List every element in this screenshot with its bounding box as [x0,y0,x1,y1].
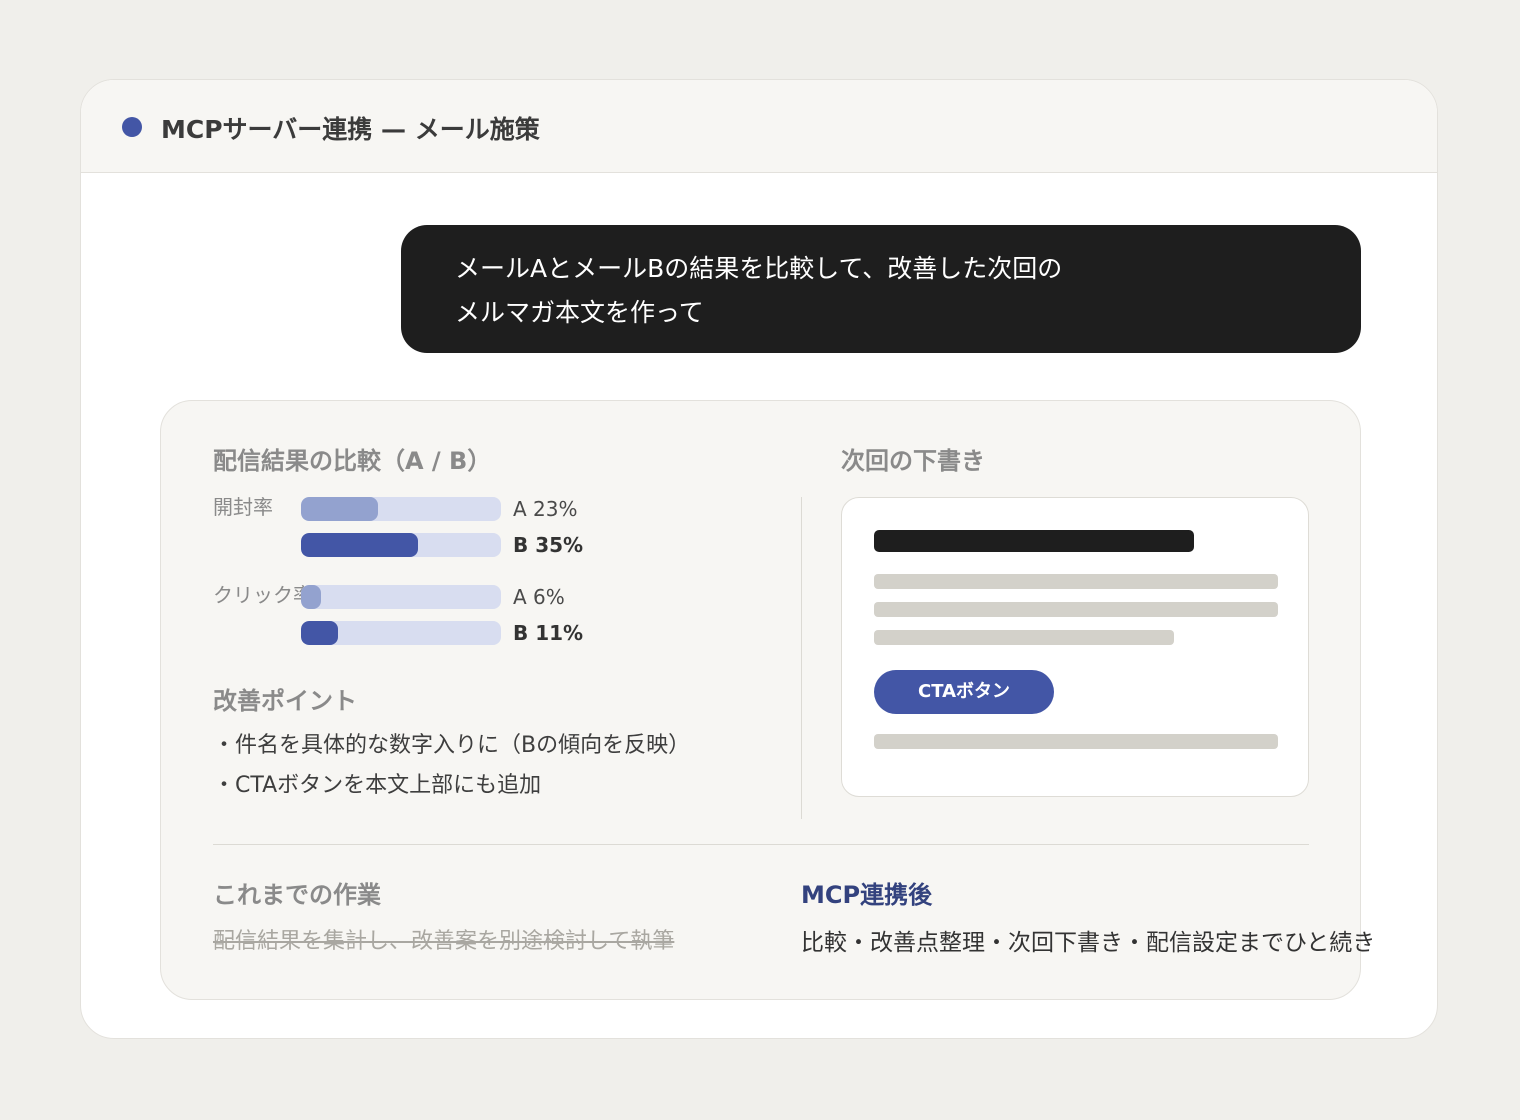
draft-preview: CTAボタン [841,497,1309,797]
result-card: 配信結果の比較（A / B） 開封率 A 23% B 35% クリック率 A 6… [160,400,1375,1000]
prompt-line-2: メルマガ本文を作って [455,298,704,327]
bar-track-open-b [301,533,501,557]
status-dot-icon [122,117,142,137]
bar-value-click-b: B 11% [513,621,584,645]
after-heading: MCP連携後 [801,881,933,909]
title-bar: MCPサーバー連携 — メール施策 [81,80,1437,173]
prompt-line-1: メールAとメールBの結果を比較して、改善した次回の [455,254,1063,283]
user-prompt-bubble: メールAとメールBの結果を比較して、改善した次回の メルマガ本文を作って [401,225,1361,353]
bar-fill-open-b [301,533,418,557]
bar-value-click-a: A 6% [513,585,565,609]
draft-body-line [874,630,1174,645]
before-heading: これまでの作業 [213,881,381,909]
horizontal-divider [213,844,1309,845]
after-text: 比較・改善点整理・次回下書き・配信設定までひと続き [801,930,1376,956]
vertical-divider [801,497,802,819]
draft-heading: 次回の下書き [841,447,985,475]
before-text: 配信結果を集計し、改善案を別途検討して執筆 [213,929,675,954]
bar-value-open-a: A 23% [513,497,578,521]
metric-label-open-rate: 開封率 [213,495,273,519]
draft-body-line [874,574,1278,589]
metric-label-click-rate: クリック率 [213,583,313,607]
comparison-heading: 配信結果の比較（A / B） [213,447,492,475]
window-title: MCPサーバー連携 — メール施策 [161,115,540,144]
improvement-item: ・件名を具体的な数字入りに（Bの傾向を反映） [213,733,691,758]
improvements-heading: 改善ポイント [213,687,357,715]
bar-track-click-b [301,621,501,645]
app-window: MCPサーバー連携 — メール施策 メールAとメールBの結果を比較して、改善した… [80,79,1438,1039]
bar-fill-click-a [301,585,321,609]
cta-button[interactable]: CTAボタン [874,670,1054,714]
improvement-item: ・CTAボタンを本文上部にも追加 [213,773,542,798]
bar-fill-open-a [301,497,378,521]
draft-title-placeholder [874,530,1194,552]
bar-value-open-b: B 35% [513,533,584,557]
bar-track-click-a [301,585,501,609]
bar-track-open-a [301,497,501,521]
draft-body-line [874,602,1278,617]
draft-body-line [874,734,1278,749]
bar-fill-click-b [301,621,338,645]
